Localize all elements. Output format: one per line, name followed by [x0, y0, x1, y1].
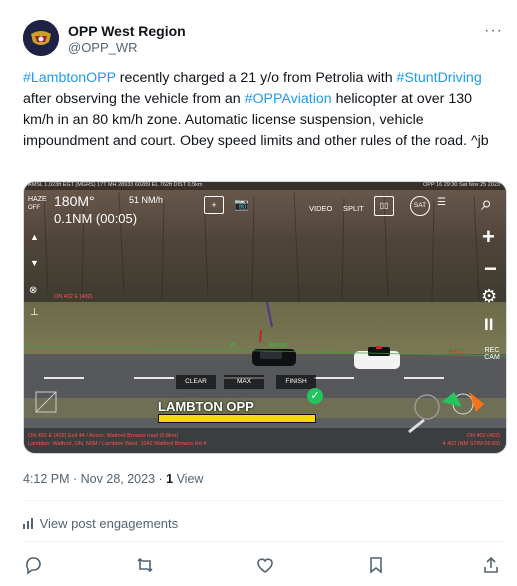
road-label: ON 402 E (402)	[54, 294, 93, 300]
tweet-header: OPP West Region @OPP_WR ···	[23, 20, 503, 60]
yellow-progress-bar	[158, 414, 316, 423]
rec-indicator[interactable]: REC	[449, 347, 465, 356]
gear-icon[interactable]: ⚙	[481, 286, 497, 307]
action-bar	[23, 555, 505, 577]
post-engagements-link[interactable]: View post engagements	[23, 516, 178, 532]
pause-icon[interactable]: II	[484, 315, 493, 335]
tweet-media-image[interactable]: Vi Bmstr AMSL 1,023ft EGT (MGRS) 17T MH …	[23, 181, 507, 454]
overlay-bottom-right-2: 4 402 (NM STIM 06:65)	[442, 441, 500, 447]
overlay-bottom-left-2: Lambton: Watford, ON, N0M / Lambton West…	[28, 441, 207, 447]
max-button[interactable]: MAX	[224, 375, 264, 389]
timestamp[interactable]: 4:12 PM · Nov 28, 2023 ·	[23, 472, 166, 486]
heading-readout: 180M°	[54, 193, 95, 209]
sat-button[interactable]: SAT	[410, 196, 430, 216]
tweet-text-segment: recently charged a 21 y/o from Petrolia …	[115, 70, 397, 86]
tilt-down-icon[interactable]: ▼	[30, 258, 39, 268]
target-icon[interactable]: ⊗	[29, 285, 37, 296]
analytics-icon	[23, 517, 36, 532]
zoom-out-icon[interactable]: −	[484, 256, 497, 282]
rec-cam-button[interactable]: REC CAM	[481, 347, 503, 361]
overlay-bottom-right: ON 402 (402)	[466, 433, 500, 439]
post-engagements-label: View post engagements	[39, 516, 179, 531]
search-icon[interactable]: ⌕	[481, 193, 492, 216]
repost-icon[interactable]	[135, 555, 157, 577]
pin-icon[interactable]: ⊥	[30, 307, 39, 318]
zoom-in-icon[interactable]: +	[482, 224, 495, 250]
author-name[interactable]: OPP West Region	[68, 23, 186, 39]
overlay-top-right: OPP 16 29:30 Sat Nov 25 2023	[423, 182, 500, 188]
distance-readout: 0.1NM (00:05)	[54, 211, 138, 226]
divider	[23, 500, 503, 501]
opp-crest-icon	[23, 20, 59, 56]
overlay-bottom-left: ON 402 E (402) Exit 44 / Acorn, Watford …	[28, 433, 179, 439]
tweet: OPP West Region @OPP_WR ··· #LambtonOPP …	[0, 0, 517, 586]
svg-text:Vi: Vi	[229, 342, 236, 349]
video-button[interactable]: VIDEO	[309, 204, 332, 213]
tweet-meta: 4:12 PM · Nov 28, 2023 · 1 View	[23, 472, 203, 486]
reply-icon[interactable]	[23, 555, 45, 577]
split-button[interactable]: SPLIT	[343, 204, 364, 213]
settings-icon[interactable]: ☰	[437, 197, 446, 208]
tweet-text: #LambtonOPP recently charged a 21 y/o fr…	[23, 68, 503, 152]
layers-icon[interactable]: +	[204, 196, 224, 214]
camera-icon[interactable]: 📷	[234, 197, 249, 211]
share-icon[interactable]	[481, 555, 503, 577]
svg-text:Bmstr: Bmstr	[269, 342, 288, 349]
tweet-text-segment: after observing the vehicle from an	[23, 91, 245, 107]
checkmark-icon[interactable]: ✓	[307, 388, 323, 404]
clear-button[interactable]: CLEAR	[176, 375, 216, 389]
bookmark-icon[interactable]	[366, 555, 388, 577]
haze-off-label: OFF	[28, 205, 40, 211]
lambton-opp-stamp: LAMBTON OPP	[158, 399, 254, 414]
hashtag-link[interactable]: #StuntDriving	[397, 70, 482, 86]
haze-label[interactable]: HAZE	[28, 196, 47, 203]
overlay-top-bar: AMSL 1,023ft EGT (MGRS) 17T MH 28933 602…	[28, 182, 203, 188]
divider	[23, 541, 503, 542]
speed-readout: 51 NM/h	[129, 195, 164, 205]
more-options-icon[interactable]: ···	[484, 22, 503, 40]
hashtag-link[interactable]: #OPPAviation	[245, 91, 332, 107]
avatar[interactable]	[23, 20, 59, 56]
like-icon[interactable]	[255, 555, 277, 577]
tilt-up-icon[interactable]: ▲	[30, 232, 39, 242]
hashtag-link[interactable]: #LambtonOPP	[23, 70, 116, 86]
views-label: View	[173, 472, 204, 486]
author-handle[interactable]: @OPP_WR	[68, 40, 138, 55]
map-icon[interactable]: ▯▯	[374, 196, 394, 216]
finish-button[interactable]: FINISH	[276, 375, 316, 389]
